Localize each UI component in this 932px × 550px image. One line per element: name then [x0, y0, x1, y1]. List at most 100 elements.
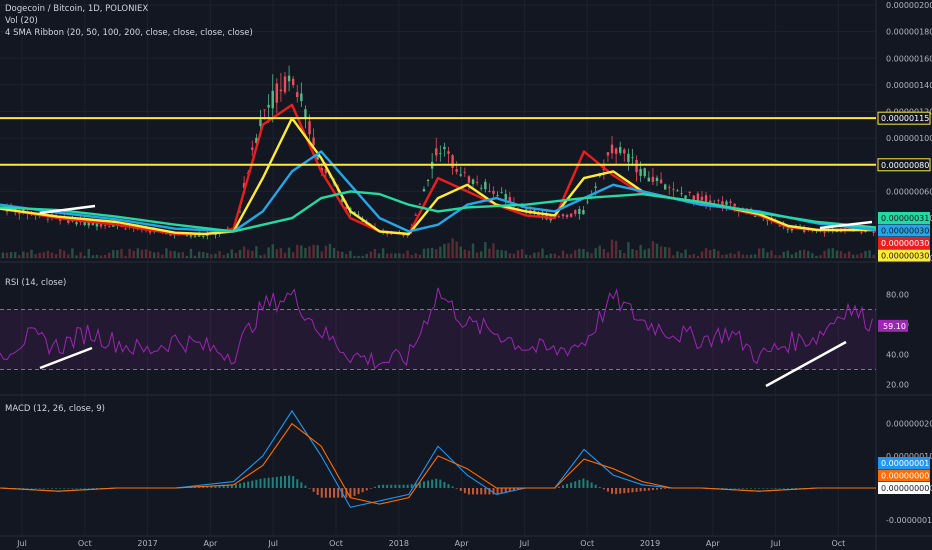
- volume-bar: [132, 250, 135, 258]
- macd-histogram-bar: [50, 488, 53, 489]
- volume-bar: [320, 251, 323, 258]
- volume-bar: [136, 248, 140, 258]
- volume-bar: [868, 250, 871, 258]
- macd-histogram-bar: [435, 478, 438, 488]
- rsi-tick-label[interactable]: 20.00: [886, 381, 909, 390]
- candle-body: [676, 190, 679, 192]
- price-tick-label[interactable]: 0.00000100: [886, 134, 932, 143]
- macd-histogram-bar: [324, 488, 327, 498]
- volume-bar: [218, 251, 221, 258]
- candle-body: [18, 213, 21, 215]
- volume-bar: [390, 253, 393, 258]
- macd-histogram-bar: [459, 488, 462, 491]
- volume-bar: [496, 249, 499, 258]
- macd-tick-label[interactable]: -0.00000010: [886, 516, 932, 525]
- candle-body: [569, 213, 573, 217]
- volume-bar: [312, 244, 315, 258]
- macd-histogram-bar: [611, 488, 614, 494]
- price-tick-label[interactable]: 0.00000140: [886, 81, 932, 90]
- volume-bar: [823, 250, 826, 258]
- time-tick-label[interactable]: Oct: [329, 539, 343, 548]
- macd-histogram-bar: [427, 480, 430, 488]
- candle-body: [418, 203, 422, 205]
- candle-body: [451, 155, 454, 168]
- volume-bar: [185, 255, 189, 258]
- volume-bar: [790, 254, 794, 258]
- macd-histogram-bar: [639, 488, 642, 492]
- volume-bar: [516, 250, 520, 258]
- volume-bar: [189, 248, 193, 258]
- macd-histogram-bar: [243, 482, 246, 488]
- macd-histogram-bar: [422, 481, 425, 488]
- macd-current-label[interactable]: 0.00000000: [881, 484, 929, 493]
- volume-bar: [451, 238, 454, 258]
- macd-title[interactable]: MACD (12, 26, close, 9): [5, 403, 105, 415]
- volume-bar: [324, 245, 328, 258]
- macd-histogram-bar: [296, 479, 299, 488]
- macd-histogram-bar: [431, 479, 434, 488]
- volume-bar: [680, 253, 683, 258]
- price-tick-label[interactable]: 0.00000160: [886, 54, 932, 63]
- current-price-label[interactable]: 0.00000030: [881, 239, 929, 248]
- time-tick-label[interactable]: 2017: [137, 539, 157, 548]
- volume-bar: [349, 250, 352, 258]
- time-tick-label[interactable]: Jul: [770, 539, 781, 548]
- volume-bar: [287, 247, 291, 258]
- candle-body: [443, 146, 446, 150]
- volume-bar: [234, 252, 238, 258]
- price-tick-label[interactable]: 0.00000200: [886, 1, 932, 10]
- current-price-label[interactable]: 0.00000030: [881, 227, 929, 236]
- chart-title[interactable]: Dogecoin / Bitcoin, 1D, POLONIEX: [5, 3, 253, 15]
- time-tick-label[interactable]: Jul: [16, 539, 27, 548]
- volume-bar: [267, 247, 270, 258]
- candle-body: [95, 223, 99, 227]
- rsi-title[interactable]: RSI (14, close): [5, 277, 66, 289]
- time-tick-label[interactable]: Jul: [267, 539, 278, 548]
- price-tick-label[interactable]: 0.00000180: [886, 28, 932, 37]
- macd-histogram-bar: [38, 488, 41, 489]
- rsi-tick-label[interactable]: 80.00: [886, 291, 909, 300]
- time-tick-label[interactable]: Apr: [706, 539, 721, 548]
- time-tick-label[interactable]: Apr: [203, 539, 218, 548]
- macd-histogram-bar: [22, 488, 25, 489]
- current-price-label[interactable]: 0.00000031: [881, 214, 929, 223]
- candle-body: [308, 121, 311, 135]
- candle-body: [606, 152, 610, 156]
- time-tick-label[interactable]: Apr: [455, 539, 470, 548]
- candle-body: [435, 148, 438, 156]
- candle-body: [639, 168, 642, 176]
- volume-bar: [549, 253, 552, 258]
- time-tick-label[interactable]: Jul: [519, 539, 530, 548]
- macd-histogram-bar: [729, 488, 732, 489]
- volume-bar: [398, 253, 401, 258]
- rsi-tick-label[interactable]: 40.00: [886, 351, 909, 360]
- sma-ribbon-label[interactable]: 4 SMA Ribbon (20, 50, 100, 200, close, c…: [5, 27, 253, 39]
- volume-bar: [488, 248, 491, 258]
- price-tick-label[interactable]: 0.00000060: [886, 187, 932, 196]
- rsi-current-label[interactable]: 59.10: [883, 322, 906, 331]
- current-price-label[interactable]: 0.00000030: [881, 252, 929, 261]
- volume-bar: [169, 250, 172, 258]
- macd-current-label[interactable]: 0.00000001: [881, 459, 929, 468]
- volume-bar: [46, 250, 50, 258]
- macd-histogram-bar: [794, 488, 797, 489]
- macd-histogram-bar: [271, 477, 274, 488]
- volume-bar: [304, 247, 307, 258]
- time-tick-label[interactable]: Oct: [78, 539, 92, 548]
- level-price-label[interactable]: 0.00000115: [881, 114, 929, 123]
- time-tick-label[interactable]: Oct: [831, 539, 845, 548]
- macd-tick-label[interactable]: 0.00000020: [886, 420, 932, 429]
- macd-histogram-bar: [660, 488, 663, 490]
- volume-bar: [847, 251, 851, 258]
- macd-histogram-bar: [594, 484, 597, 488]
- volume-indicator-label[interactable]: Vol (20): [5, 15, 253, 27]
- volume-bar: [635, 249, 638, 258]
- time-tick-label[interactable]: 2018: [389, 539, 409, 548]
- time-tick-label[interactable]: 2019: [640, 539, 660, 548]
- macd-current-label[interactable]: 0.00000000: [881, 472, 929, 481]
- macd-histogram-bar: [561, 485, 564, 488]
- volume-bar: [222, 254, 225, 258]
- time-tick-label[interactable]: Oct: [580, 539, 594, 548]
- level-price-label[interactable]: 0.00000080: [881, 161, 929, 170]
- macd-histogram-bar: [651, 488, 654, 491]
